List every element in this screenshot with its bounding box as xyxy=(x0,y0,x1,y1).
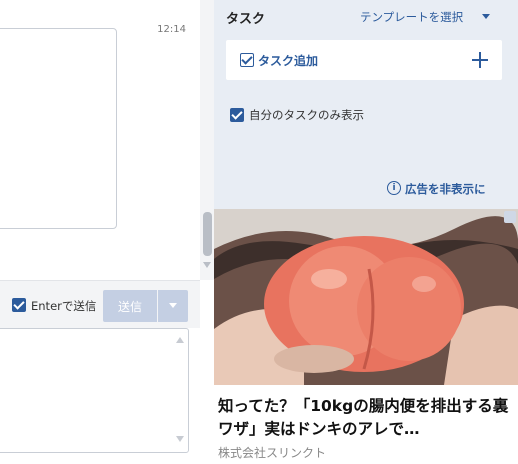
ad-sponsor: 株式会社スリンクト xyxy=(218,446,327,460)
input-scroll-up-icon[interactable] xyxy=(176,337,184,343)
send-button[interactable]: 送信 xyxy=(103,290,157,322)
message-timeline: 12:14 xyxy=(0,0,200,280)
message-bubble xyxy=(0,28,117,229)
ad-headline[interactable]: 知ってた？「10kgの腸内便を排出する裏ワザ」実はドンキのアレで… xyxy=(218,395,514,441)
scroll-down-arrow-icon[interactable] xyxy=(203,262,211,268)
caret-down-icon[interactable] xyxy=(482,14,490,19)
enter-to-send-checkbox[interactable] xyxy=(12,298,26,312)
hide-ad-link[interactable]: 広告を非表示に xyxy=(405,181,486,197)
add-task-label: タスク追加 xyxy=(258,54,319,68)
timeline-scrollbar[interactable] xyxy=(200,0,214,280)
task-panel-title: タスク xyxy=(226,12,266,27)
task-pane: タスク テンプレートを選択 タスク追加 自分のタスクのみ表示 i 広告を非表示に… xyxy=(214,0,518,464)
ad-image[interactable] xyxy=(214,209,518,385)
enter-to-send-label: Enterで送信 xyxy=(31,299,97,313)
ad-choices-icon[interactable] xyxy=(504,211,516,223)
template-select[interactable]: テンプレートを選択 xyxy=(360,9,463,25)
input-scroll-down-icon[interactable] xyxy=(176,436,184,442)
my-tasks-only-label[interactable]: 自分のタスクのみ表示 xyxy=(249,107,364,123)
chat-pane: 12:14 Enterで送信 送信 xyxy=(0,0,214,464)
add-task-button[interactable]: タスク追加 xyxy=(226,40,502,80)
my-tasks-only-checkbox[interactable] xyxy=(230,108,244,122)
timeline-scroll-thumb[interactable] xyxy=(203,212,212,256)
plus-icon[interactable] xyxy=(472,52,488,68)
send-options-dropdown[interactable] xyxy=(158,290,188,322)
checkbox-icon xyxy=(240,53,254,67)
message-input[interactable] xyxy=(0,328,189,453)
message-timestamp: 12:14 xyxy=(157,24,186,35)
ad-text-block[interactable]: 知ってた？「10kgの腸内便を排出する裏ワザ」実はドンキのアレで… 株式会社スリ… xyxy=(214,385,518,464)
ad-photo xyxy=(214,209,518,385)
info-icon[interactable]: i xyxy=(387,181,401,195)
